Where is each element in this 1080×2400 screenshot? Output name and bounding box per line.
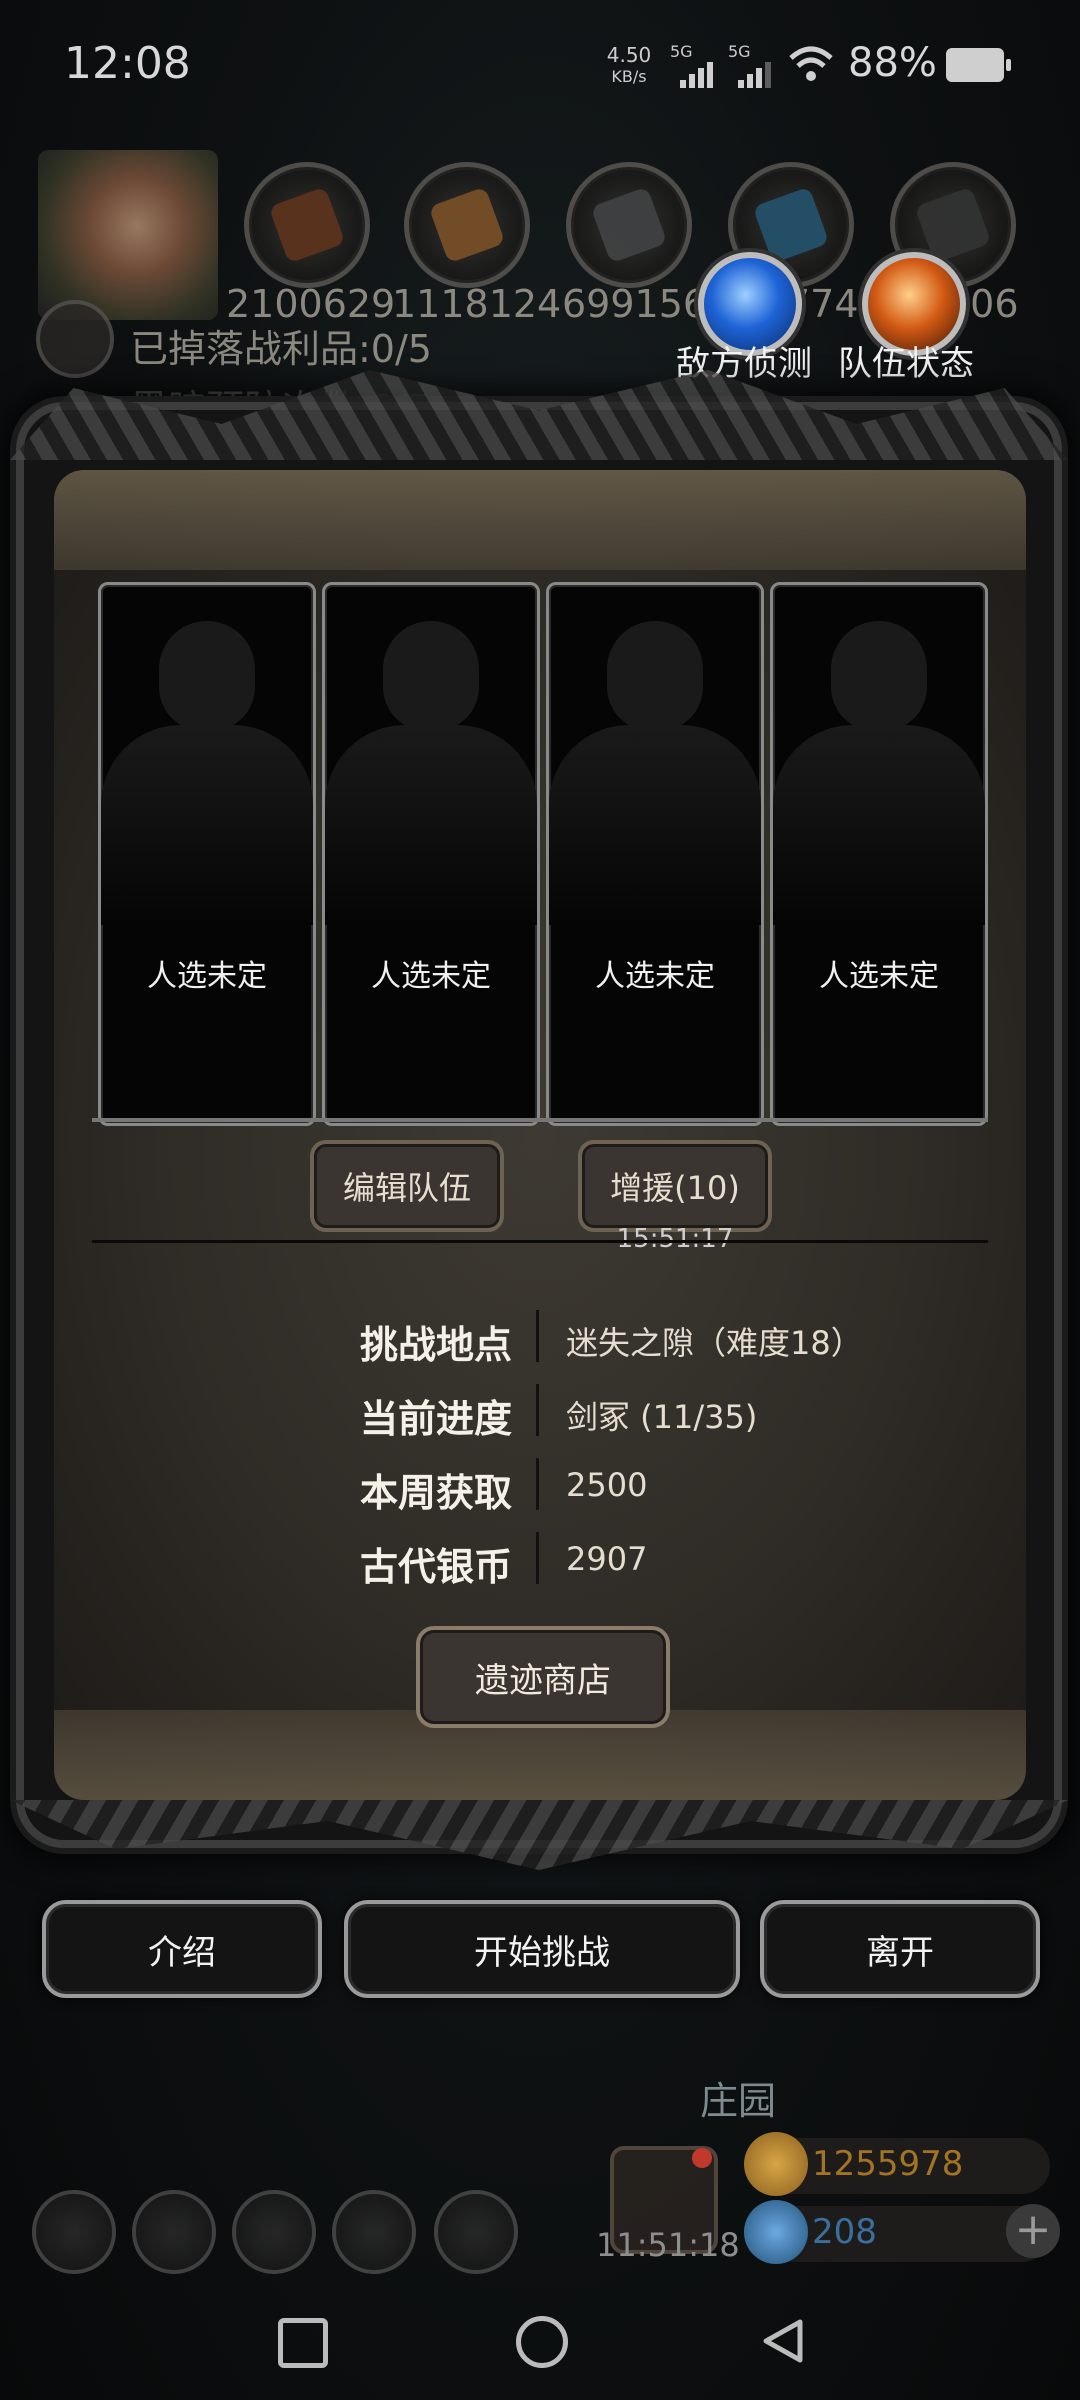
reinforce-timer: 15:51:17	[616, 1224, 734, 1254]
info-label: 本周获取	[359, 1471, 512, 1515]
silhouette-icon	[159, 621, 255, 731]
panel-parchment-top	[54, 470, 1026, 570]
slot-label: 人选未定	[371, 959, 491, 994]
info-separator	[536, 1310, 539, 1362]
team-slot[interactable]: 人选未定	[770, 582, 988, 1126]
gold-value: 1255978	[812, 2144, 964, 2184]
signal-icon: 5G	[670, 42, 714, 88]
ruins-shop-button[interactable]: 遗迹商店	[416, 1626, 670, 1728]
team-slot[interactable]: 人选未定	[98, 582, 316, 1126]
wood-icon[interactable]	[404, 162, 530, 288]
wifi-icon	[789, 46, 833, 81]
info-value: 迷失之隙（难度18）	[566, 1324, 863, 1362]
intro-button[interactable]: 介绍	[42, 1900, 322, 1998]
info-row-progress: 当前进度 剑冢 (11/35)	[300, 1380, 920, 1441]
recents-icon[interactable]	[278, 2318, 328, 2368]
slots-baseline	[92, 1118, 988, 1122]
manor-label[interactable]: 庄园	[700, 2070, 776, 2125]
info-value: 2500	[566, 1466, 648, 1504]
info-label: 当前进度	[359, 1397, 512, 1441]
info-value: 剑冢 (11/35)	[566, 1398, 758, 1436]
start-challenge-button[interactable]: 开始挑战	[344, 1900, 740, 1998]
loot-counter: 已掉落战利品:0/5	[130, 327, 432, 371]
info-value: 2907	[566, 1540, 648, 1578]
gold-icon	[744, 2132, 808, 2196]
scroll-icon[interactable]	[36, 300, 114, 378]
silhouette-icon	[831, 621, 927, 731]
slot-label: 人选未定	[147, 959, 267, 994]
mail-icon[interactable]	[332, 2190, 416, 2274]
slot-label: 人选未定	[819, 959, 939, 994]
silhouette-body	[549, 725, 761, 925]
silhouette-icon	[607, 621, 703, 731]
slot-label: 人选未定	[595, 959, 715, 994]
iron-icon[interactable]	[566, 162, 692, 288]
team-slot[interactable]: 人选未定	[322, 582, 540, 1126]
info-row-coins: 古代银币 2907	[300, 1528, 920, 1589]
gem-value: 208	[812, 2212, 877, 2252]
signal-label: 5G	[728, 42, 751, 61]
info-label: 挑战地点	[359, 1323, 512, 1367]
settings-icon[interactable]	[32, 2190, 116, 2274]
leave-button[interactable]: 离开	[760, 1900, 1040, 1998]
add-gems-button[interactable]: +	[1006, 2204, 1060, 2258]
info-separator	[536, 1458, 539, 1510]
team-status-label[interactable]: 队伍状态	[838, 336, 974, 385]
notification-dot-icon	[692, 2148, 712, 2168]
battery-icon	[946, 48, 1011, 82]
info-row-weekly: 本周获取 2500	[300, 1454, 920, 1515]
resource-value: 699156	[562, 282, 708, 326]
signal-label: 5G	[670, 42, 693, 61]
leather-icon[interactable]	[244, 162, 370, 288]
ranking-icon[interactable]	[232, 2190, 316, 2274]
achievement-icon[interactable]	[132, 2190, 216, 2274]
info-separator	[536, 1384, 539, 1436]
signal-icon: 5G	[728, 42, 772, 88]
silhouette-body	[101, 725, 313, 925]
reinforce-button[interactable]: 增援(10)	[578, 1140, 772, 1232]
info-label: 古代银币	[359, 1545, 512, 1589]
silhouette-body	[773, 725, 985, 925]
edit-team-button[interactable]: 编辑队伍	[310, 1140, 504, 1232]
team-slot[interactable]: 人选未定	[546, 582, 764, 1126]
battery-percent: 88%	[848, 40, 937, 86]
status-bar: 12:08 4.50 KB/s 5G 5G 88%	[0, 0, 1080, 130]
info-row-location: 挑战地点 迷失之隙（难度18）	[300, 1306, 920, 1367]
net-speed-unit: KB/s	[611, 67, 647, 86]
system-navbar	[0, 2290, 1080, 2400]
clock: 12:08	[64, 38, 191, 89]
map-icon[interactable]	[434, 2190, 518, 2274]
home-icon[interactable]	[516, 2316, 568, 2368]
silhouette-icon	[383, 621, 479, 731]
gift-timer: 11:51:18	[596, 2226, 740, 2264]
back-icon[interactable]	[758, 2316, 808, 2366]
net-speed-value: 4.50	[606, 43, 652, 67]
section-divider	[92, 1240, 988, 1243]
gem-icon	[744, 2200, 808, 2264]
net-speed: 4.50 KB/s	[602, 44, 656, 88]
info-separator	[536, 1532, 539, 1584]
silhouette-body	[325, 725, 537, 925]
player-avatar[interactable]	[38, 150, 218, 320]
